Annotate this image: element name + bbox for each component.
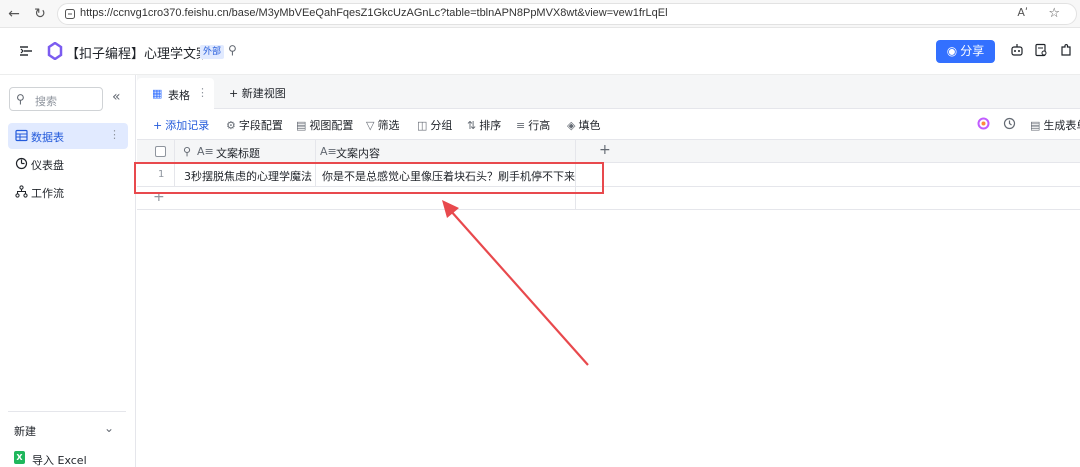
filter-icon: ▽ — [366, 119, 375, 132]
search-placeholder: 搜索 — [35, 95, 57, 108]
paint-bucket-icon: ◈ — [567, 119, 576, 132]
sidebar-item-dashboard[interactable]: 仪表盘 — [8, 151, 128, 177]
new-view-button[interactable]: + 新建视图 — [229, 85, 286, 101]
base-logo-icon — [47, 42, 63, 60]
add-record-button[interactable]: + 添加记录 — [153, 117, 209, 133]
document-title[interactable]: 【扣子编程】心理学文案 — [66, 43, 209, 62]
filter-label: 筛选 — [377, 119, 400, 132]
view-toolbar: + 添加记录 ⚙ 字段配置 ▤ 视图配置 ▽ 筛选 ◫ 分组 ⇅ 排序 ≡ 行高 ◈ 填色 ▤ 生… — [137, 110, 1080, 138]
back-icon[interactable]: ← — [4, 4, 24, 24]
url-text[interactable]: https://ccnvg1cro370.feishu.cn/base/M3yM… — [80, 7, 668, 19]
dashboard-icon — [15, 157, 28, 170]
table-icon: ▦ — [152, 87, 163, 100]
address-bar[interactable]: https://ccnvg1cro370.feishu.cn/base/M3yM… — [57, 3, 1077, 25]
text-field-icon: A≡ — [197, 145, 214, 158]
view-settings-icon: ▤ — [296, 119, 307, 132]
fill-color-button[interactable]: ◈ 填色 — [567, 117, 600, 133]
tab-grid-view[interactable]: ▦ 表格 ⋮ — [137, 78, 214, 109]
plugin-icon[interactable] — [1058, 43, 1074, 59]
row-height-button[interactable]: ≡ 行高 — [516, 117, 550, 133]
search-input[interactable]: ⚲ 搜索 — [9, 87, 103, 111]
table-icon — [15, 129, 28, 142]
column-header-title[interactable]: ⚲ A≡ 文案标题 — [175, 140, 316, 162]
plus-icon: + — [153, 119, 163, 132]
external-badge: 外部 — [200, 45, 225, 59]
sidebar-item-datatable[interactable]: 数据表 ⋮ — [8, 123, 128, 149]
more-options-icon[interactable]: ⋮ — [109, 128, 120, 141]
text-field-icon: A≡ — [320, 145, 337, 158]
view-config-label: 视图配置 — [309, 119, 354, 132]
sidebar-item-workflow[interactable]: 工作流 — [8, 179, 128, 205]
new-view-label: 新建视图 — [241, 87, 286, 100]
add-record-label: 添加记录 — [165, 119, 210, 132]
add-column-icon[interactable]: + — [599, 142, 611, 158]
select-all-cell — [137, 140, 175, 162]
import-excel-label: 导入 Excel — [32, 454, 87, 467]
sidebar-divider — [8, 411, 126, 412]
view-tabs: ▦ 表格 ⋮ + 新建视图 — [137, 75, 1080, 109]
fill-color-label: 填色 — [578, 119, 601, 132]
sidebar: ⚲ 搜索 « 数据表 ⋮ 仪表盘 工作流 新建 ⌄ X 导入 Excel — [0, 75, 136, 467]
generate-form-button[interactable]: ▤生成表单 — [1030, 117, 1080, 133]
group-label: 分组 — [430, 119, 453, 132]
column-header-content[interactable]: A≡ 文案内容 — [316, 140, 576, 162]
column-label: 文案内容 — [336, 147, 380, 160]
row-height-icon: ≡ — [516, 119, 526, 132]
document-settings-icon[interactable] — [1033, 43, 1049, 59]
search-icon: ⚲ — [16, 92, 25, 106]
excel-icon: X — [14, 451, 25, 464]
site-info-icon[interactable] — [64, 8, 76, 20]
view-config-button[interactable]: ▤ 视图配置 — [296, 117, 353, 133]
reload-icon[interactable]: ↻ — [30, 4, 50, 24]
lock-icon: ⚲ — [183, 145, 192, 158]
filter-button[interactable]: ▽ 筛选 — [366, 117, 399, 133]
form-icon: ▤ — [1030, 119, 1041, 132]
collapse-sidebar-icon[interactable]: « — [112, 89, 121, 105]
read-aloud-icon[interactable]: Aʹ — [1017, 6, 1028, 19]
sidebar-item-label: 数据表 — [31, 131, 64, 144]
share-label: 分享 — [960, 44, 985, 58]
ai-assistant-icon[interactable] — [977, 117, 990, 130]
pin-icon[interactable]: ⚲ — [228, 43, 237, 57]
new-section-label[interactable]: 新建 — [14, 423, 36, 439]
robot-icon[interactable] — [1009, 43, 1025, 59]
grid-header: ⚲ A≡ 文案标题 A≡ 文案内容 + — [137, 139, 1080, 163]
sort-label: 排序 — [479, 119, 502, 132]
group-icon: ◫ — [417, 119, 428, 132]
sort-button[interactable]: ⇅ 排序 — [467, 117, 501, 133]
more-options-icon[interactable]: ⋮ — [197, 86, 208, 99]
row-height-label: 行高 — [528, 119, 551, 132]
generate-form-label: 生成表单 — [1043, 119, 1080, 132]
browser-toolbar: ← ↻ https://ccnvg1cro370.feishu.cn/base/… — [0, 0, 1080, 28]
gear-icon: ⚙ — [226, 119, 236, 132]
field-config-label: 字段配置 — [238, 119, 283, 132]
chevron-down-icon[interactable]: ⌄ — [104, 421, 114, 435]
app-header: 【扣子编程】心理学文案 外部 ⚲ ◉ 分享 — [0, 28, 1080, 75]
workflow-icon — [15, 185, 28, 198]
tab-label: 表格 — [168, 89, 190, 102]
share-button[interactable]: ◉ 分享 — [936, 40, 995, 63]
favorite-star-icon[interactable]: ☆ — [1048, 6, 1060, 21]
sort-icon: ⇅ — [467, 119, 477, 132]
sidebar-item-label: 工作流 — [31, 187, 64, 200]
sidebar-item-label: 仪表盘 — [31, 159, 64, 172]
plus-icon: + — [229, 87, 239, 100]
group-button[interactable]: ◫ 分组 — [417, 117, 452, 133]
toggle-sidebar-icon[interactable] — [18, 43, 34, 59]
column-label: 文案标题 — [216, 147, 260, 160]
select-all-checkbox[interactable] — [155, 146, 166, 157]
history-icon[interactable] — [1003, 117, 1016, 130]
highlight-box — [134, 162, 604, 194]
globe-icon: ◉ — [946, 44, 958, 58]
field-config-button[interactable]: ⚙ 字段配置 — [226, 117, 283, 133]
